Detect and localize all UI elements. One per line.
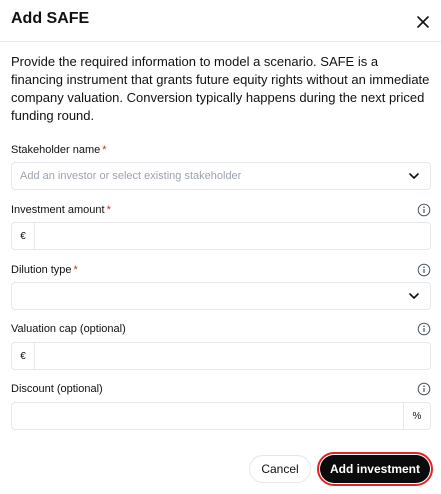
required-mark: * (106, 204, 111, 216)
stakeholder-label: Stakeholder name * (11, 144, 107, 156)
required-mark: * (102, 144, 107, 156)
investment-label: Investment amount * (11, 204, 111, 216)
add-investment-button[interactable]: Add investment (320, 455, 430, 483)
dialog-description: Provide the required information to mode… (11, 54, 430, 123)
valuation-cap-label: Valuation cap (optional) (11, 323, 126, 335)
investment-field[interactable]: € (11, 222, 431, 250)
discount-input[interactable] (20, 403, 400, 429)
stakeholder-input[interactable] (20, 163, 400, 189)
dialog-title: Add SAFE (11, 10, 90, 27)
percent-suffix: % (403, 403, 430, 429)
info-icon[interactable] (417, 263, 431, 277)
valuation-cap-field[interactable]: € (11, 342, 431, 370)
info-icon[interactable] (417, 382, 431, 396)
dilution-label: Dilution type * (11, 264, 78, 276)
discount-field[interactable]: % (11, 402, 431, 430)
cancel-button[interactable]: Cancel (249, 455, 311, 483)
chevron-down-icon (409, 293, 419, 299)
currency-prefix: € (12, 343, 35, 369)
close-icon (417, 16, 429, 28)
stakeholder-select[interactable] (11, 162, 431, 190)
dialog-header: Add SAFE (0, 0, 441, 42)
valuation-cap-input[interactable] (40, 343, 420, 369)
close-button[interactable] (412, 11, 434, 33)
chevron-down-icon (409, 173, 419, 179)
investment-input[interactable] (40, 223, 420, 249)
discount-label: Discount (optional) (11, 383, 103, 395)
required-mark: * (73, 264, 78, 276)
info-icon[interactable] (417, 322, 431, 336)
dilution-select[interactable] (11, 282, 431, 310)
currency-prefix: € (12, 223, 35, 249)
dilution-input[interactable] (20, 283, 400, 309)
info-icon[interactable] (417, 203, 431, 217)
